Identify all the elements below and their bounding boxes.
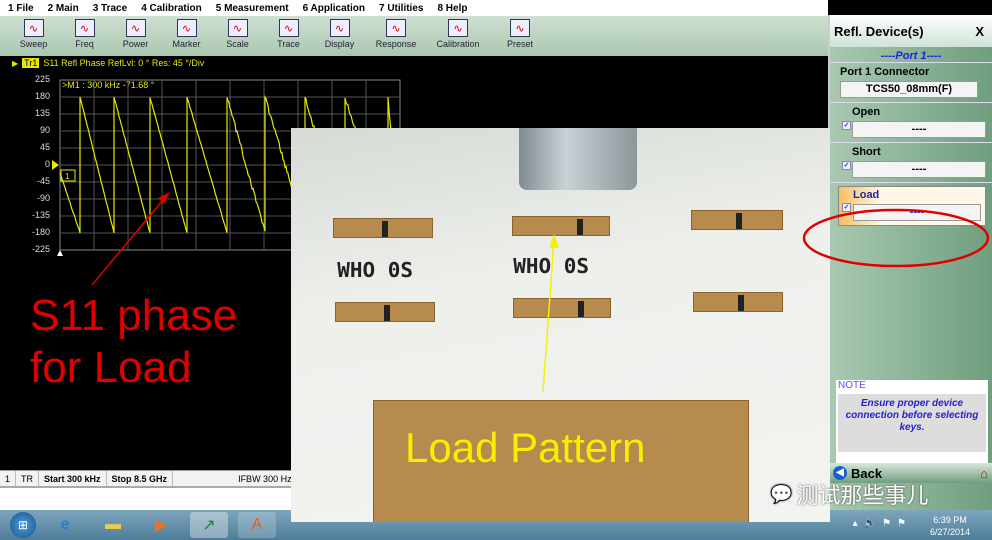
status-channel: 1 [0,471,16,486]
note-text: Ensure proper device connection before s… [838,394,986,452]
note-box: NOTE Ensure proper device connection bef… [836,380,988,470]
pad [512,216,610,236]
status-stop[interactable]: Stop 8.5 GHz [107,471,174,486]
system-tray[interactable]: ▴🔈⚑⚑ [853,518,912,529]
pad [333,218,433,238]
load-button[interactable]: ---- [853,204,981,221]
status-ifbw[interactable]: IFBW 300 Hz [233,471,297,486]
pad [513,298,611,318]
explorer-icon[interactable]: ▬ [94,512,132,538]
port-label: ----Port 1---- [830,50,992,63]
short-label: Short [852,146,986,158]
start-button[interactable]: ⊞ [10,512,36,538]
refl-devices-panel: Refl. Device(s) X ----Port 1---- Port 1 C… [828,15,992,510]
clock[interactable]: 6:39 PM 6/27/2014 [930,514,970,538]
open-button[interactable]: ---- [852,121,986,138]
pad [693,292,783,312]
s11-line1: S11 phase [30,290,237,342]
note-title: NOTE [836,380,988,391]
media-player-icon[interactable]: ▶ [142,512,180,538]
short-checkbox[interactable]: ✓ [842,161,851,170]
close-button[interactable]: X [975,24,984,39]
wordpad-icon[interactable]: A [238,512,276,538]
open-checkbox[interactable]: ✓ [842,121,851,130]
s11-annotation: S11 phase for Load [30,290,237,394]
probe-photo [519,128,637,190]
wechat-icon: 💬 [770,484,792,505]
silkscreen-mid: WHO 0S [513,254,589,278]
watermark-text: 测试那些事儿 [796,478,928,510]
load-pattern-annotation: Load Pattern [405,424,646,472]
clock-date: 6/27/2014 [930,526,970,538]
home-icon[interactable]: ⌂ [980,466,988,481]
s11-line2: for Load [30,342,237,394]
clock-time: 6:39 PM [930,514,970,526]
reference-level-icon [52,160,59,170]
status-start[interactable]: Start 300 kHz [39,471,107,486]
vna-app-icon[interactable]: ↗ [190,512,228,538]
silkscreen-left: WHO 0S [337,258,413,282]
connector-label: Port 1 Connector [840,66,986,78]
connector-field[interactable]: TCS50_08mm(F) [840,81,978,98]
start-marker-icon [57,250,63,256]
load-item[interactable]: Load ✓ ---- [838,186,986,226]
status-mode: TR [16,471,39,486]
open-label: Open [852,106,986,118]
ie-icon[interactable]: e [46,512,84,538]
panel-title: Refl. Device(s) [834,24,924,39]
load-checkbox[interactable]: ✓ [842,203,851,212]
short-button[interactable]: ---- [852,161,986,178]
watermark: 💬 测试那些事儿 [770,478,928,510]
marker-1-label: 1 [65,172,70,181]
pad [691,210,783,230]
load-label: Load [853,189,981,201]
pad [335,302,435,322]
